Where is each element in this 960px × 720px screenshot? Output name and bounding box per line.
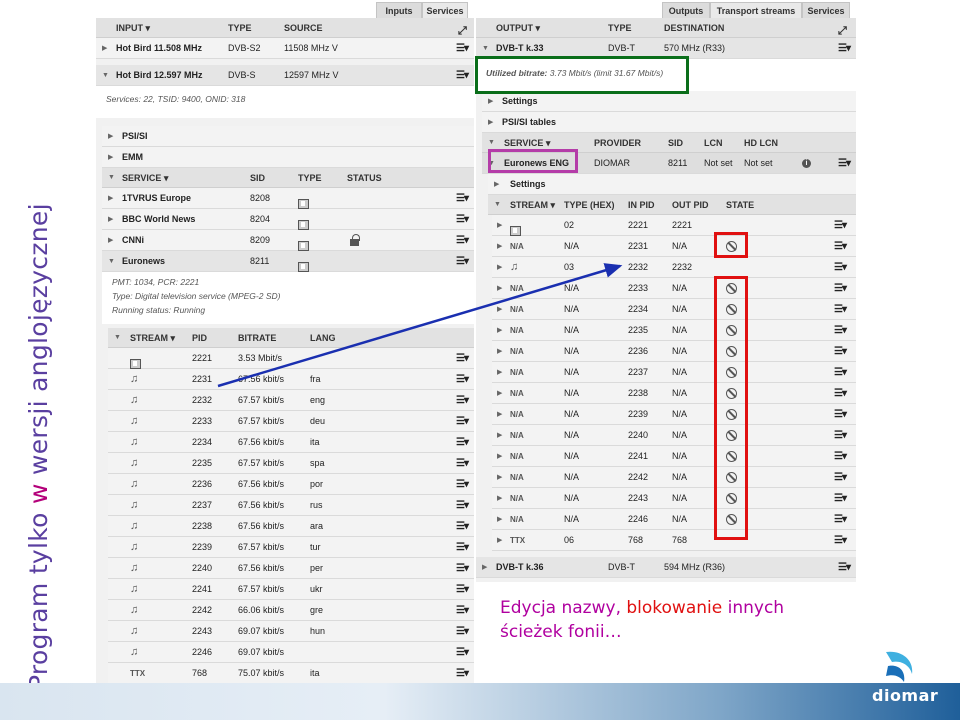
caption-part1: Edycja nazwy, xyxy=(500,598,627,618)
arrow-line xyxy=(217,263,623,388)
footer-bar xyxy=(0,683,960,720)
caption: Edycja nazwy, blokowanie innych ścieżek … xyxy=(500,596,850,644)
diomar-logo: diomar xyxy=(864,648,944,708)
slide: Program tylko w wersji anglojęzycznej In… xyxy=(0,0,960,720)
logo-text: diomar xyxy=(872,686,939,705)
logo-mark-icon xyxy=(886,651,913,682)
caption-red: blokowanie xyxy=(626,598,723,618)
